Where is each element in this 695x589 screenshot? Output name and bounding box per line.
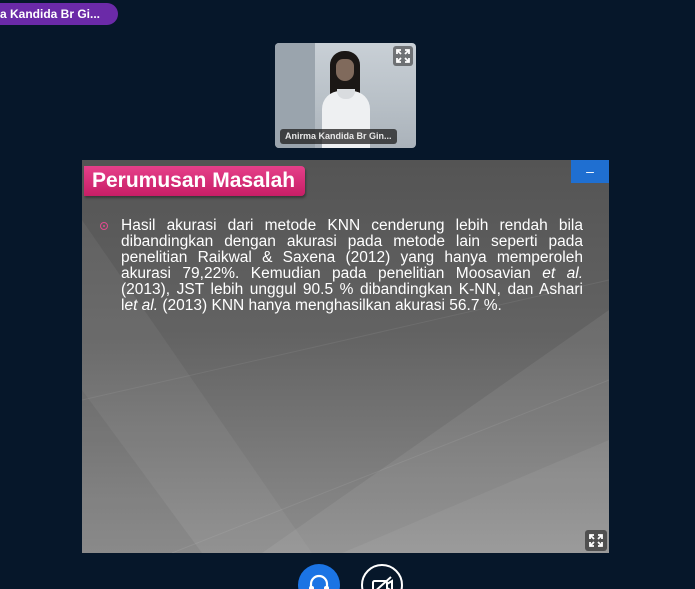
minimize-presentation-button[interactable]: – xyxy=(571,160,609,183)
slide-bullet: Hasil akurasi dari metode KNN cenderung … xyxy=(98,218,583,314)
bullet-icon xyxy=(100,222,108,230)
fullscreen-button[interactable] xyxy=(585,530,607,551)
webcam-person-face xyxy=(336,59,354,81)
presenter-name-pill[interactable]: a Kandida Br Gi... xyxy=(0,3,118,25)
headset-icon xyxy=(309,574,329,589)
presentation-slide: Perumusan Masalah Hasil akurasi dari met… xyxy=(82,160,609,553)
webcam-thumbnail[interactable]: Anirma Kandida Br Gin... xyxy=(275,43,416,148)
webcam-expand-button[interactable] xyxy=(393,46,413,66)
video-off-icon xyxy=(372,576,393,589)
expand-icon xyxy=(396,49,410,63)
slide-title: Perumusan Masalah xyxy=(84,166,306,196)
slide-bullet-text: Hasil akurasi dari metode KNN cenderung … xyxy=(121,217,583,314)
video-button[interactable] xyxy=(361,564,403,589)
audio-button[interactable] xyxy=(298,564,340,589)
webcam-name-tag: Anirma Kandida Br Gin... xyxy=(280,129,397,144)
fullscreen-icon xyxy=(589,534,603,547)
conference-stage: a Kandida Br Gi... Anirma Kandida Br Gin… xyxy=(0,0,695,589)
